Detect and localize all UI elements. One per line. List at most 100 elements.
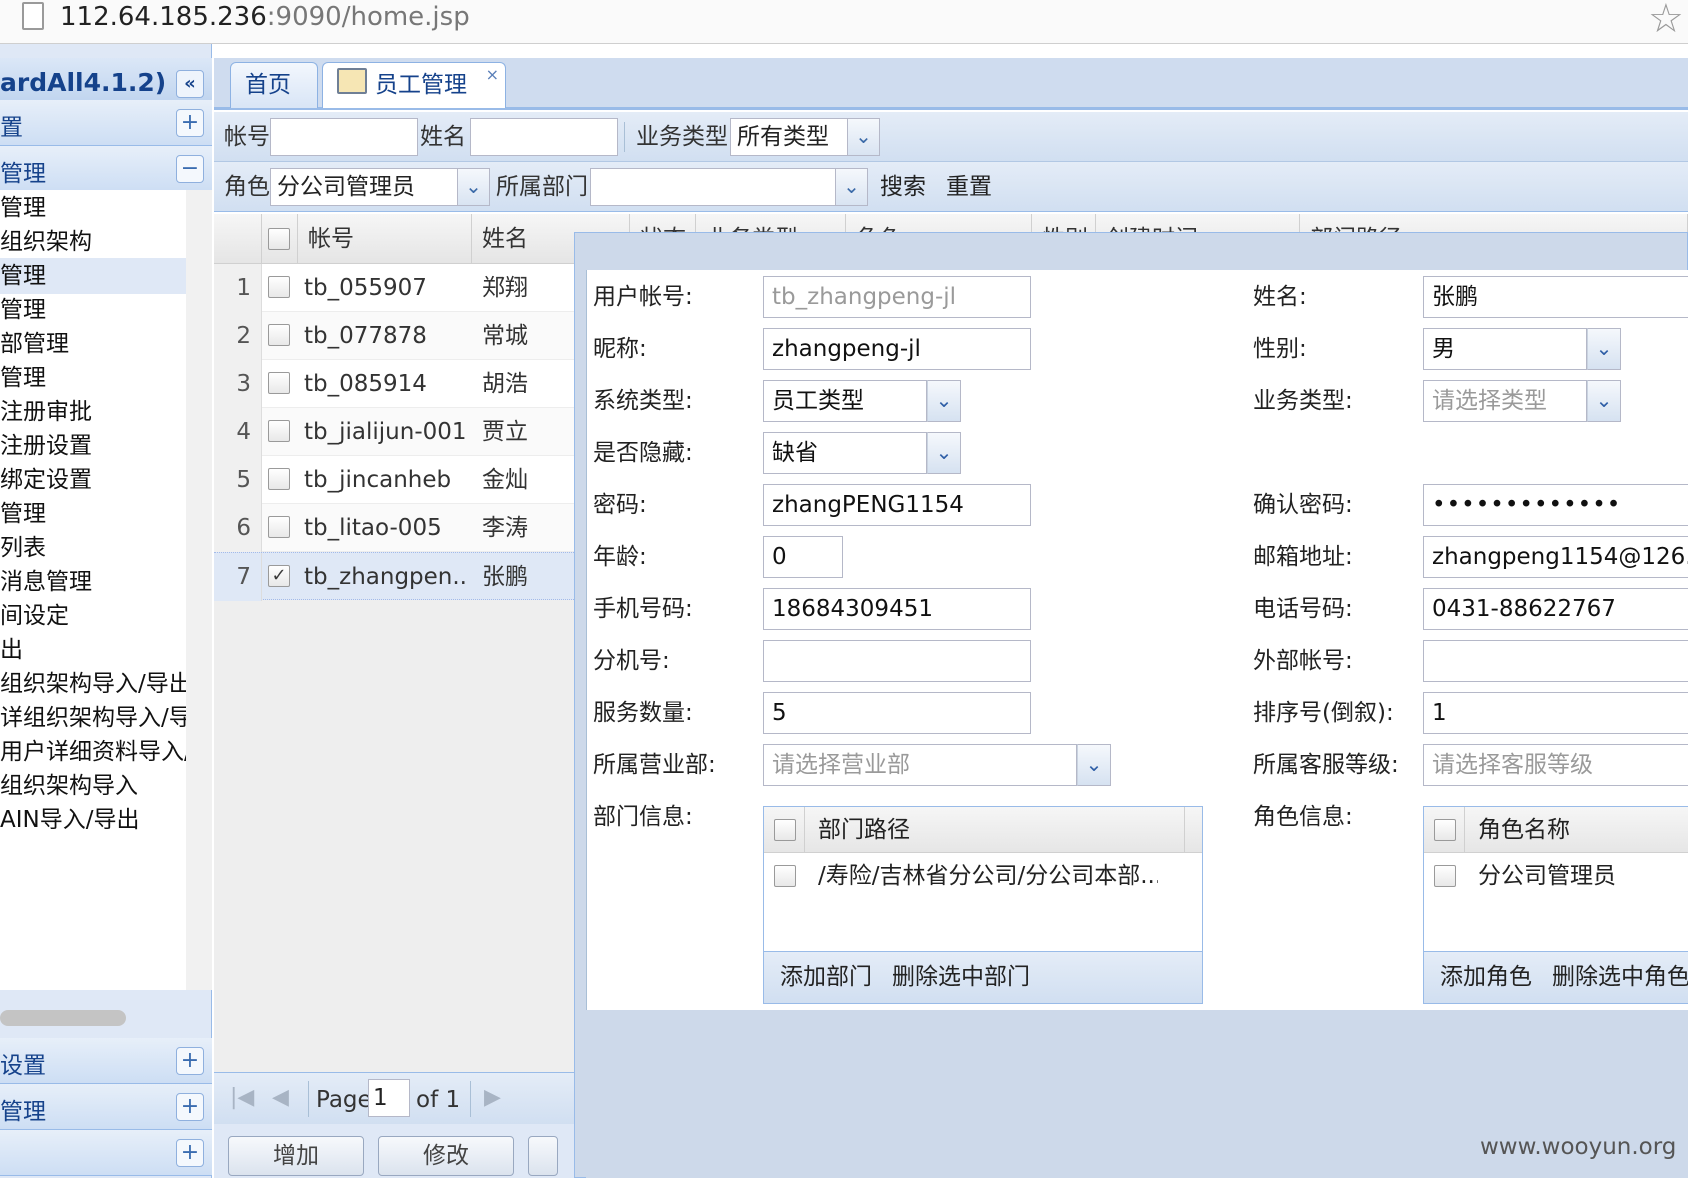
more-button[interactable]	[528, 1136, 558, 1176]
collapse-icon[interactable]: −	[176, 155, 204, 183]
biz-type-select[interactable]: 请选择类型	[1423, 380, 1587, 422]
ext-input[interactable]	[763, 640, 1031, 682]
branch-select[interactable]: 请选择营业部	[763, 744, 1077, 786]
biz-type-filter-select[interactable]: 所有类型	[730, 118, 848, 156]
sort-input[interactable]: 1	[1423, 692, 1688, 734]
chevron-down-icon[interactable]: ⌄	[1587, 380, 1621, 422]
sidebar-item-selected[interactable]: 管理	[0, 258, 186, 294]
account-filter-input[interactable]	[270, 118, 418, 156]
row-checkbox[interactable]	[268, 516, 290, 538]
sidebar-item[interactable]: 注册审批	[0, 394, 186, 430]
select-all-header[interactable]	[262, 214, 298, 264]
sidebar-vertical-scrollbar[interactable]	[186, 190, 212, 990]
service-count-input[interactable]: 5	[763, 692, 1031, 734]
row-checkbox[interactable]	[268, 324, 290, 346]
sidebar-item[interactable]: 注册设置	[0, 428, 186, 464]
row-checkbox[interactable]	[1434, 865, 1456, 887]
chevron-down-icon[interactable]: ⌄	[848, 118, 880, 156]
chevron-down-icon[interactable]: ⌄	[836, 168, 868, 206]
reset-button[interactable]: 重置	[946, 172, 992, 202]
delete-role-button[interactable]: 删除选中角色	[1552, 962, 1688, 992]
row-checkbox[interactable]	[268, 372, 290, 394]
select-all-checkbox[interactable]	[268, 228, 290, 250]
sidebar-section-settings[interactable]: 设置 +	[0, 1038, 212, 1084]
age-input[interactable]: 0	[763, 536, 843, 578]
edit-button[interactable]: 修改	[378, 1136, 514, 1176]
dept-filter-select[interactable]	[590, 168, 836, 206]
page-number-input[interactable]: 1	[368, 1079, 410, 1117]
cs-level-select[interactable]: 请选择客服等级	[1423, 744, 1688, 786]
chevron-down-icon[interactable]: ⌄	[1587, 328, 1621, 370]
sidebar-item[interactable]: 管理	[0, 292, 186, 328]
sidebar-item[interactable]: 详组织架构导入/导出	[0, 700, 186, 736]
row-checkbox[interactable]	[268, 468, 290, 490]
external-account-input[interactable]	[1423, 640, 1688, 682]
browser-address-bar[interactable]: 112.64.185.236:9090/home.jsp ☆	[0, 0, 1688, 44]
chevron-down-icon[interactable]: ⌄	[458, 168, 490, 206]
phone-input[interactable]: 0431-88622767	[1423, 588, 1688, 630]
add-button[interactable]: 增加	[228, 1136, 364, 1176]
sidebar-item[interactable]: 管理	[0, 190, 186, 226]
expand-icon[interactable]: +	[176, 1093, 204, 1121]
expand-icon[interactable]: +	[176, 1047, 204, 1075]
sidebar-item[interactable]: 绑定设置	[0, 462, 186, 498]
dept-select-all-checkbox[interactable]	[774, 819, 796, 841]
sidebar-section-top[interactable]: 置 +	[0, 100, 212, 146]
name-input[interactable]: 张鹏	[1423, 276, 1688, 318]
star-icon[interactable]: ☆	[1648, 0, 1684, 42]
delete-dept-button[interactable]: 删除选中部门	[892, 962, 1030, 992]
collapse-sidebar-button[interactable]: «	[176, 70, 204, 98]
sidebar-item[interactable]: 管理	[0, 360, 186, 396]
prev-page-icon[interactable]: ◀	[272, 1085, 289, 1110]
dept-grid-row[interactable]: /寿险/吉林省分公司/分公司本部...	[764, 853, 1202, 899]
tab-home[interactable]: 首页	[230, 62, 318, 108]
name-filter-input[interactable]	[470, 118, 618, 156]
gender-select[interactable]: 男	[1423, 328, 1587, 370]
role-filter-select[interactable]: 分公司管理员	[270, 168, 458, 206]
nickname-input[interactable]: zhangpeng-jl	[763, 328, 1031, 370]
role-grid-row[interactable]: 分公司管理员	[1424, 853, 1688, 899]
sidebar-horizontal-scrollbar[interactable]	[0, 1010, 126, 1026]
sidebar-item[interactable]: 用户详细资料导入/	[0, 734, 186, 770]
chevron-down-icon[interactable]: ⌄	[1077, 744, 1111, 786]
sidebar-item[interactable]: 出	[0, 632, 186, 668]
mobile-input[interactable]: 18684309451	[763, 588, 1031, 630]
first-page-icon[interactable]: |◀	[230, 1085, 254, 1110]
email-input[interactable]: zhangpeng1154@126.com	[1423, 536, 1688, 578]
sidebar-item[interactable]: 部管理	[0, 326, 186, 362]
password-input[interactable]: zhangPENG1154	[763, 484, 1031, 526]
chevron-down-icon[interactable]: ⌄	[927, 380, 961, 422]
expand-icon[interactable]: +	[176, 1139, 204, 1167]
row-checkbox-checked[interactable]: ✓	[268, 565, 290, 587]
add-dept-button[interactable]: 添加部门	[780, 962, 872, 992]
add-role-button[interactable]: 添加角色	[1440, 962, 1532, 992]
sidebar-section-blank[interactable]: +	[0, 1130, 212, 1176]
sidebar-item[interactable]: 管理	[0, 496, 186, 532]
confirm-password-input[interactable]: •••••••••••••	[1423, 484, 1688, 526]
url-text[interactable]: 112.64.185.236:9090/home.jsp	[60, 0, 470, 34]
next-page-icon[interactable]: ▶	[484, 1085, 501, 1110]
row-checkbox[interactable]	[268, 276, 290, 298]
role-select-all-checkbox[interactable]	[1434, 819, 1456, 841]
sidebar-item[interactable]: AIN导入/导出	[0, 802, 186, 838]
sidebar-section-manage2[interactable]: 管理 +	[0, 1084, 212, 1130]
role-name-header[interactable]: 角色名称	[1478, 807, 1570, 853]
column-header-account[interactable]: 帐号	[298, 214, 472, 264]
tab-employee-management[interactable]: 员工管理 ×	[322, 62, 506, 108]
dept-path-header[interactable]: 部门路径	[818, 807, 910, 853]
sidebar-item[interactable]: 间设定	[0, 598, 186, 634]
sys-type-select[interactable]: 员工类型	[763, 380, 927, 422]
sidebar-item[interactable]: 消息管理	[0, 564, 186, 600]
row-checkbox[interactable]	[774, 865, 796, 887]
search-button[interactable]: 搜索	[880, 172, 926, 202]
row-checkbox[interactable]	[268, 420, 290, 442]
account-input[interactable]: tb_zhangpeng-jl	[763, 276, 1031, 318]
sidebar-section-management[interactable]: 管理 −	[0, 146, 212, 192]
sidebar-item[interactable]: 列表	[0, 530, 186, 566]
hidden-select[interactable]: 缺省	[763, 432, 927, 474]
close-tab-icon[interactable]: ×	[486, 67, 499, 83]
sidebar-item[interactable]: 组织架构导入	[0, 768, 186, 804]
expand-icon[interactable]: +	[176, 109, 204, 137]
sidebar-item[interactable]: 组织架构	[0, 224, 186, 260]
sidebar-item[interactable]: 组织架构导入/导出	[0, 666, 186, 702]
